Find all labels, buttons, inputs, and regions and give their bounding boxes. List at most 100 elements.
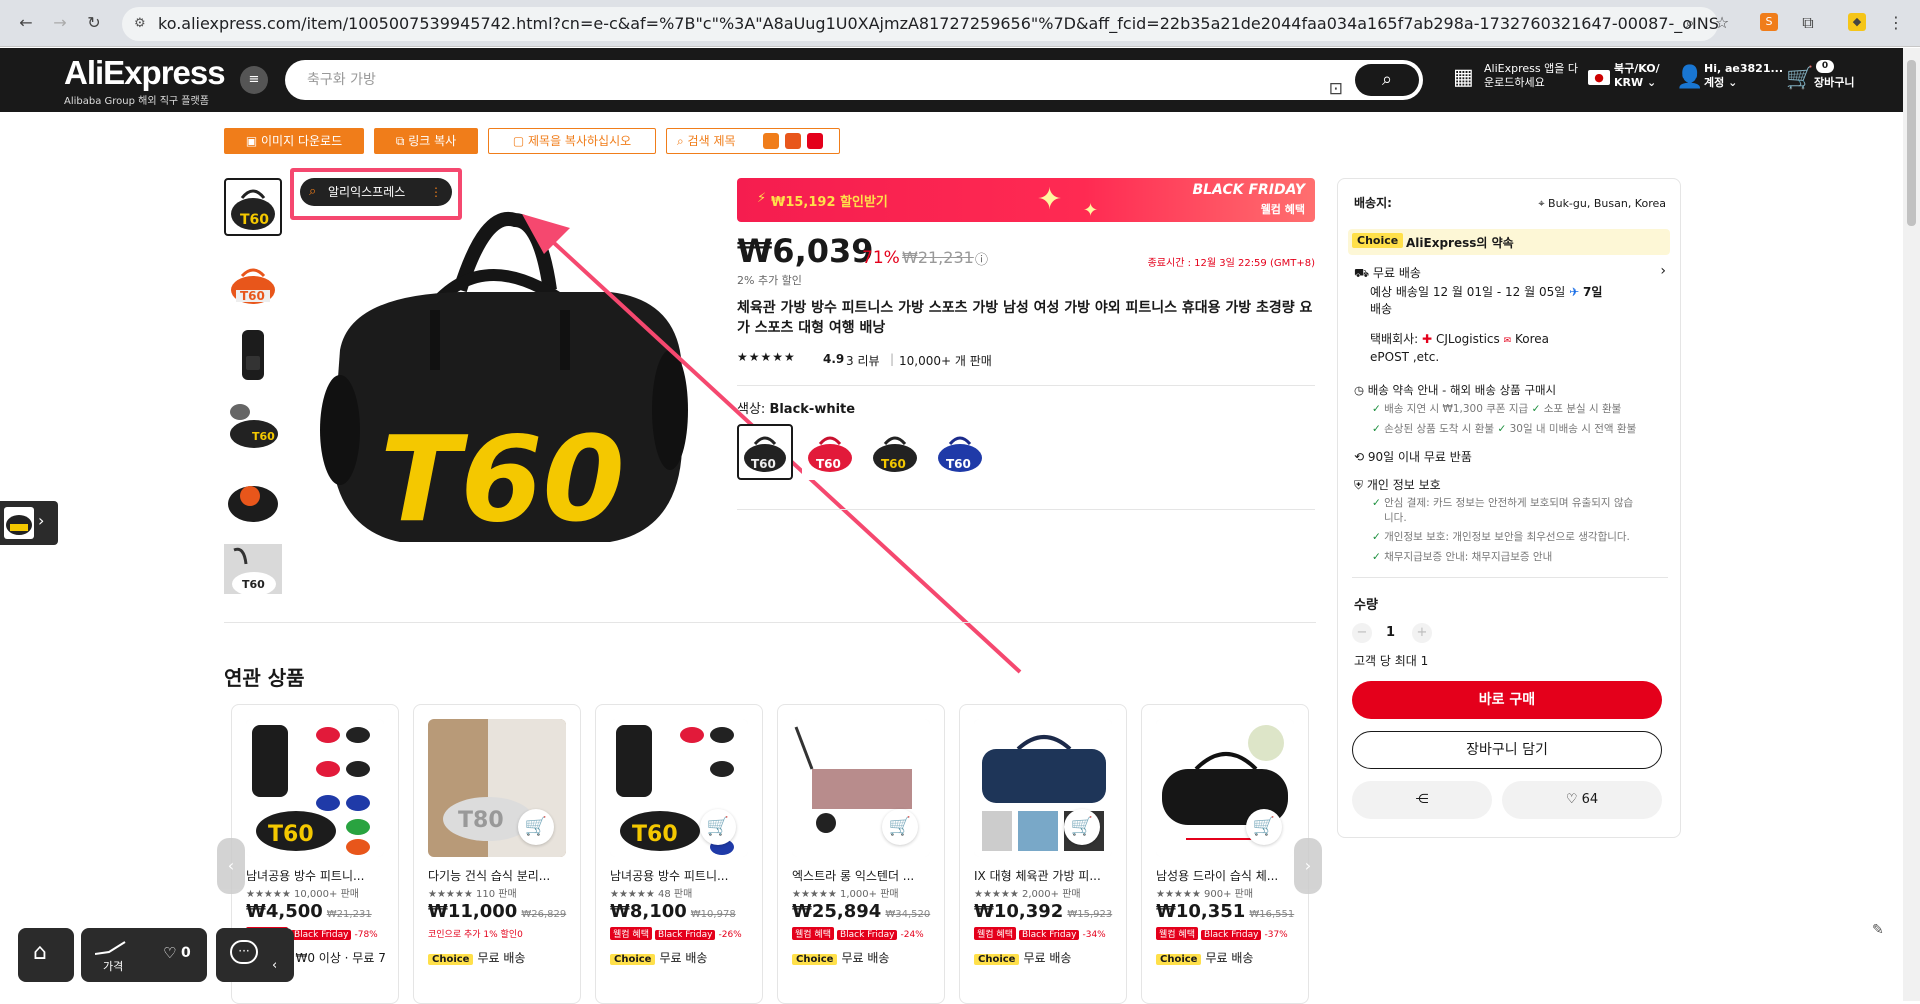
product-stats: ★★★★★ 110 판매 bbox=[428, 889, 517, 900]
thumbnail-6[interactable]: T60 bbox=[224, 544, 282, 594]
related-product-card[interactable]: T80 🛒 다기능 건식 습식 분리... ★★★★★ 110 판매 ₩11,0… bbox=[413, 704, 581, 1004]
scrollbar-thumb[interactable] bbox=[1907, 60, 1916, 226]
carousel-next-button[interactable]: › bbox=[1294, 838, 1322, 894]
chevron-right-icon[interactable]: › bbox=[1660, 263, 1666, 279]
swatch-black-yellow[interactable]: T60 bbox=[867, 424, 923, 480]
add-to-cart-icon[interactable]: 🛒 bbox=[882, 809, 918, 845]
copy-title-button[interactable]: ▢ 제목을 복사하십시오 bbox=[488, 128, 656, 154]
copy-link-button[interactable]: ⧉ 링크 복사 bbox=[374, 128, 478, 154]
extensions-puzzle-icon[interactable]: ⧉ bbox=[1796, 11, 1820, 35]
shipping-note: Choice 무료 배송 bbox=[1156, 949, 1253, 966]
choice-promise-bar: Choice AliExpress의 약속 bbox=[1348, 229, 1670, 255]
extension-icon[interactable]: S bbox=[1760, 13, 1778, 31]
document-icon: ▢ bbox=[512, 134, 528, 148]
edit-pencil-icon[interactable]: ✎ bbox=[1872, 922, 1884, 938]
related-product-card[interactable]: T60 🛒 남녀공용 방수 피트니... ★★★★★ 48 판매 ₩8,100 ₩… bbox=[595, 704, 763, 1004]
free-returns-row[interactable]: ⟲ 90일 이내 무료 반품 bbox=[1354, 449, 1472, 466]
forward-icon[interactable]: → bbox=[48, 11, 72, 35]
download-images-button[interactable]: ▣ 이미지 다운로드 bbox=[224, 128, 364, 154]
ship-to-location[interactable]: ⌖ Buk-gu, Busan, Korea bbox=[1538, 195, 1666, 212]
site-info-icon[interactable]: ⚙ bbox=[134, 7, 146, 41]
cart-count-badge: 0 bbox=[1816, 60, 1834, 73]
quantity-decrease-button[interactable]: − bbox=[1352, 623, 1372, 643]
app-download-link[interactable]: AliExpress 앱을 다 운로드하세요 bbox=[1484, 62, 1578, 90]
bookmark-star-icon[interactable]: ☆ bbox=[1710, 11, 1734, 35]
shipping-text: 무료 배송 bbox=[477, 951, 526, 965]
thumbnail-4[interactable]: T60 bbox=[224, 398, 282, 456]
eta-dates: 예상 배송일 12 월 01일 - 12 월 05일 bbox=[1370, 285, 1566, 299]
svg-text:T80: T80 bbox=[458, 808, 504, 833]
url-text: ko.aliexpress.com/item/1005007539945742.… bbox=[158, 14, 1718, 33]
quantity-increase-button[interactable]: + bbox=[1412, 623, 1432, 643]
free-shipping-label: 무료 배송 bbox=[1372, 266, 1421, 280]
thumbnail-3[interactable] bbox=[224, 326, 282, 384]
add-to-cart-icon[interactable]: 🛒 bbox=[518, 809, 554, 845]
account-menu[interactable]: Hi, ae3821... 계정 ⌄ bbox=[1704, 62, 1783, 90]
browser-menu-icon[interactable]: ⋮ bbox=[1884, 11, 1908, 35]
aliexpress-search-widget[interactable]: ⌕ 알리익스프레스 ⋮ bbox=[300, 178, 452, 206]
price-tracker-button[interactable]: 가격 ♡ 0 bbox=[81, 928, 207, 982]
qr-code-icon[interactable]: ▦ bbox=[1453, 64, 1474, 92]
cart-icon[interactable]: 🛒 bbox=[1786, 66, 1813, 92]
chevron-left-icon: ‹ bbox=[227, 856, 235, 875]
review-count[interactable]: 3 리뷰 bbox=[846, 352, 880, 369]
search-input[interactable]: 축구화 가방 ⊡ ⌕ bbox=[285, 60, 1423, 100]
camera-search-icon[interactable]: ⊡ bbox=[1329, 69, 1343, 109]
share-button[interactable]: ⋲ bbox=[1352, 781, 1492, 819]
add-to-cart-icon[interactable]: 🛒 bbox=[700, 809, 736, 845]
collapse-icon[interactable]: ‹ bbox=[272, 958, 277, 973]
choice-tag: Choice bbox=[1156, 954, 1202, 965]
floating-preview-tab[interactable]: › bbox=[0, 501, 58, 545]
region-selector[interactable]: 북구/KO/ KRW ⌄ bbox=[1614, 62, 1660, 90]
wishlist-button[interactable]: ♡ 64 bbox=[1502, 781, 1662, 819]
sold: 900+ 판매 bbox=[1204, 889, 1254, 900]
privacy-line-3: ✓ 채무지급보증 안내: 채무지급보증 안내 bbox=[1372, 549, 1552, 566]
search-button[interactable]: ⌕ bbox=[1355, 64, 1419, 96]
promo-tags: 웰컴 혜택 Black Friday -37% bbox=[1156, 927, 1288, 940]
back-icon[interactable]: ← bbox=[14, 11, 38, 35]
carousel-prev-button[interactable]: ‹ bbox=[217, 838, 245, 894]
more-options-icon[interactable]: ⋮ bbox=[430, 178, 442, 206]
product-price: ₩10,392 ₩15,923 bbox=[974, 901, 1112, 922]
related-product-card[interactable]: 🛒 엑스트라 롱 익스텐더 ... ★★★★★ 1,000+ 판매 ₩25,89… bbox=[777, 704, 945, 1004]
category-menu-icon[interactable]: ≡ bbox=[240, 66, 268, 94]
1688-icon[interactable] bbox=[785, 133, 801, 149]
jd-icon[interactable] bbox=[807, 133, 823, 149]
product-title: 체육관 가방 방수 피트니스 가방 스포츠 가방 남성 여성 가방 야외 피트니… bbox=[737, 300, 1313, 336]
quantity-value[interactable]: 1 bbox=[1386, 625, 1395, 640]
thumbnail-5[interactable] bbox=[224, 470, 282, 528]
add-to-cart-button[interactable]: 장바구니 담기 bbox=[1352, 731, 1662, 769]
thumbnail-2[interactable]: T60 bbox=[224, 254, 282, 312]
related-product-card[interactable]: 🛒 IX 대형 체육관 가방 피... ★★★★★ 2,000+ 판매 ₩10,… bbox=[959, 704, 1127, 1004]
cart-label[interactable]: 장바구니 bbox=[1814, 76, 1854, 90]
heart-outline-icon[interactable]: ♡ bbox=[163, 944, 176, 962]
zoom-icon[interactable]: ⌕ bbox=[1678, 11, 1702, 35]
sale-end-time: 종료시간 : 12월 3일 22:59 (GMT+8) bbox=[1147, 258, 1315, 269]
delivery-guarantee-title[interactable]: ◷ 배송 약속 안내 - 해외 배송 상품 구매시 bbox=[1354, 382, 1556, 399]
profile-icon[interactable]: ◆ bbox=[1848, 13, 1866, 31]
thumbnail-1[interactable]: T60 bbox=[224, 178, 282, 236]
swatch-blue[interactable]: T60 bbox=[932, 424, 988, 480]
taobao-icon[interactable] bbox=[763, 133, 779, 149]
add-to-cart-icon[interactable]: 🛒 bbox=[1246, 809, 1282, 845]
carrier-label: 택배회사: bbox=[1370, 332, 1419, 346]
shipping-text: 무료 배송 bbox=[1023, 951, 1072, 965]
privacy-row[interactable]: ⛨ 개인 정보 보호 bbox=[1354, 477, 1441, 494]
related-product-card[interactable]: 🛒 남성용 드라이 습식 체... ★★★★★ 900+ 판매 ₩10,351 ₩… bbox=[1141, 704, 1309, 1004]
price-info-icon[interactable]: ⓘ bbox=[975, 249, 988, 268]
welcome-tag: 웰컴 혜택 bbox=[1156, 927, 1198, 940]
buy-now-button[interactable]: 바로 구매 bbox=[1352, 681, 1662, 719]
address-bar[interactable]: ⚙ ko.aliexpress.com/item/100500753994574… bbox=[122, 7, 1718, 41]
welcome-tag: 웰컴 혜택 bbox=[792, 927, 834, 940]
add-to-cart-icon[interactable]: 🛒 bbox=[1064, 809, 1100, 845]
user-icon[interactable]: 👤 bbox=[1676, 64, 1703, 92]
black-friday-banner[interactable]: ⚡ ₩15,192 할인받기 ✦ ✦ BLACK FRIDAY 웰컴 혜택 bbox=[737, 178, 1315, 222]
reload-icon[interactable]: ↻ bbox=[82, 11, 106, 35]
swatch-red[interactable]: T60 bbox=[802, 424, 858, 480]
aliexpress-logo[interactable]: AliExpress bbox=[64, 54, 226, 92]
chat-floating-button[interactable]: ··· ‹ bbox=[216, 928, 294, 982]
swatch-black-white[interactable]: T60 bbox=[737, 424, 793, 480]
home-floating-button[interactable]: ⌂ bbox=[18, 928, 74, 982]
free-shipping-row[interactable]: ⛟ 무료 배송 bbox=[1354, 265, 1421, 282]
search-title-button[interactable]: ⌕ 검색 제목 bbox=[666, 128, 840, 154]
